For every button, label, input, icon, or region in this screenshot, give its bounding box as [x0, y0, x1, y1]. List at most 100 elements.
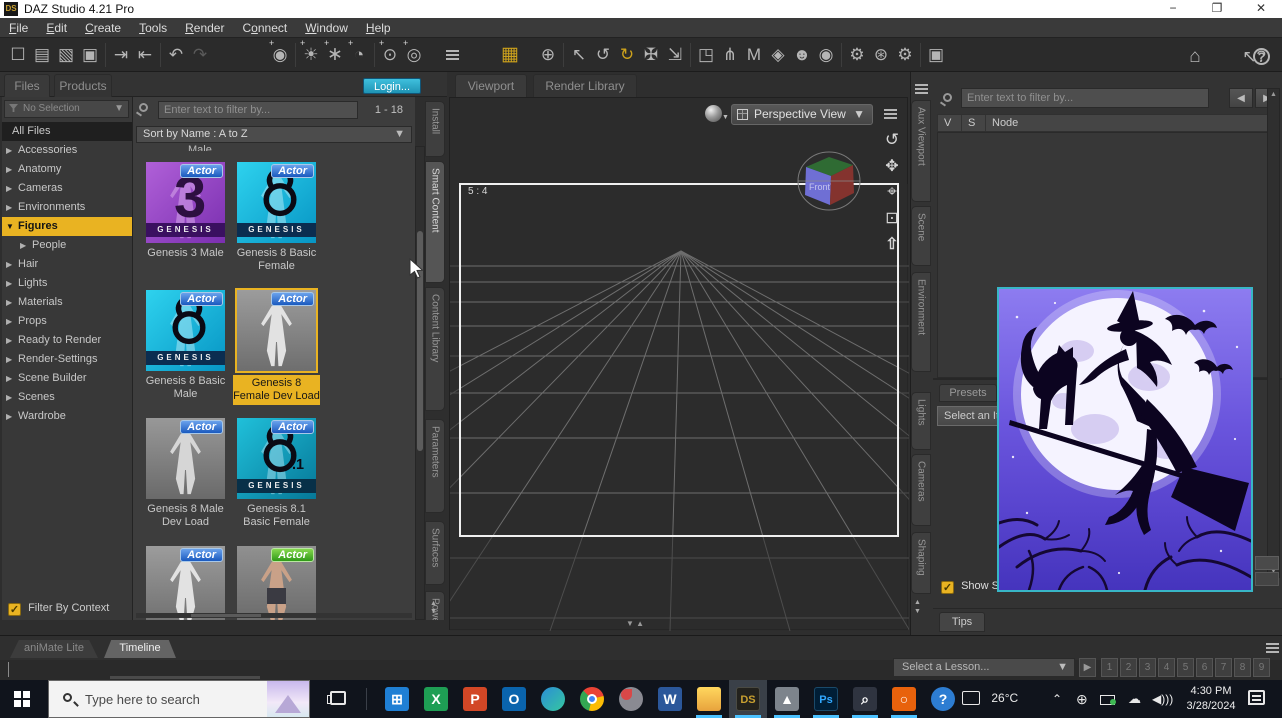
- open-file-icon[interactable]: ▤: [30, 40, 54, 70]
- display-icon[interactable]: [1100, 694, 1115, 718]
- tab-render-library[interactable]: Render Library: [533, 74, 637, 97]
- scene-filter-input[interactable]: [961, 88, 1209, 108]
- news-widget[interactable]: 26°C: [962, 691, 1018, 718]
- undo-icon[interactable]: ↶: [164, 40, 188, 70]
- create-null-icon[interactable]: [440, 40, 464, 70]
- playhead[interactable]: [8, 662, 9, 677]
- drawstyle-sphere-icon[interactable]: [705, 105, 722, 122]
- orbit-select-icon[interactable]: ↻: [615, 40, 639, 70]
- sidebar-item-lights[interactable]: ▶Lights: [2, 274, 132, 293]
- geometry-editor-icon[interactable]: ◈: [766, 40, 790, 70]
- timeline-scrollbar[interactable]: [110, 676, 260, 679]
- side-tab-cameras[interactable]: Cameras: [911, 454, 931, 526]
- tab-tips[interactable]: Tips: [939, 612, 985, 632]
- side-tab-aux-viewport[interactable]: Aux Viewport: [911, 100, 931, 202]
- content-filter-input[interactable]: [158, 101, 358, 119]
- node-edit-icon[interactable]: ⋔: [718, 40, 742, 70]
- lesson-play-button[interactable]: ▶: [1079, 658, 1096, 677]
- render-sphere-icon[interactable]: ⚙: [893, 40, 917, 70]
- taskbar-app-explorer[interactable]: [690, 680, 728, 718]
- active-rotate-icon[interactable]: ✠: [639, 40, 663, 70]
- checkbox-checked-icon[interactable]: ✓: [8, 603, 21, 616]
- figure-tool-icon[interactable]: ◉: [814, 40, 838, 70]
- sidebar-item-anatomy[interactable]: ▶Anatomy: [2, 160, 132, 179]
- thumbnail-genesis-8-basic-male[interactable]: GENESISActor: [146, 290, 225, 371]
- bottom-pane-menu-icon[interactable]: [1266, 643, 1279, 653]
- lesson-button-6[interactable]: 6: [1196, 658, 1213, 677]
- view-cube[interactable]: Front: [796, 148, 862, 216]
- side-tab-lights[interactable]: Lights: [911, 392, 931, 450]
- tool-settings-icon[interactable]: ⊛: [869, 40, 893, 70]
- lesson-button-3[interactable]: 3: [1139, 658, 1156, 677]
- viewport-scroll-arrows[interactable]: ▼ ▲: [626, 619, 644, 628]
- scene-list-icon[interactable]: ▦: [498, 40, 522, 70]
- lesson-button-1[interactable]: 1: [1101, 658, 1118, 677]
- notification-center-icon[interactable]: [1248, 690, 1265, 705]
- create-spotlight-icon[interactable]: ⊙+: [378, 40, 402, 70]
- tab-timeline[interactable]: Timeline: [104, 640, 176, 658]
- content-vscrollbar[interactable]: [415, 146, 425, 620]
- sidebar-item-materials[interactable]: ▶Materials: [2, 293, 132, 312]
- tray-chevron-icon[interactable]: ⌃: [1052, 692, 1062, 718]
- restore-button[interactable]: ❐: [1202, 0, 1232, 18]
- lesson-button-5[interactable]: 5: [1177, 658, 1194, 677]
- side-tab-content-library[interactable]: Content Library: [425, 287, 445, 411]
- menu-create[interactable]: Create: [76, 18, 130, 35]
- zoom-icon[interactable]: ⌖: [881, 182, 903, 202]
- taskbar-app-powerpoint[interactable]: P: [456, 680, 494, 718]
- pan-icon[interactable]: ✥: [881, 156, 903, 176]
- create-point-light-icon[interactable]: ∗+: [323, 40, 347, 70]
- lesson-button-2[interactable]: 2: [1120, 658, 1137, 677]
- sidebar-item-all-files[interactable]: All Files: [2, 122, 132, 141]
- sidebar-item-environments[interactable]: ▶Environments: [2, 198, 132, 217]
- smart-content-grid-icon[interactable]: ⊕: [536, 40, 560, 70]
- scale-icon[interactable]: ◳: [694, 40, 718, 70]
- sidebar-item-ready-to-render[interactable]: ▶Ready to Render: [2, 331, 132, 350]
- sidebar-item-accessories[interactable]: ▶Accessories: [2, 141, 132, 160]
- lesson-button-4[interactable]: 4: [1158, 658, 1175, 677]
- taskbar-app-edge[interactable]: [534, 680, 572, 718]
- sort-dropdown[interactable]: Sort by Name : A to Z▼: [136, 126, 412, 143]
- thumbnail-genesis-8-female-dev-load[interactable]: Actor: [237, 290, 316, 371]
- thumbnail-genesis-8-male-dev-load[interactable]: Actor: [146, 418, 225, 499]
- side-tab-smart-content[interactable]: Smart Content: [425, 161, 445, 283]
- merge-file-icon[interactable]: ▧: [54, 40, 78, 70]
- menu-edit[interactable]: Edit: [37, 18, 76, 35]
- start-button[interactable]: [0, 680, 38, 718]
- viewport-options-menu-icon[interactable]: [884, 109, 897, 119]
- tab-files[interactable]: Files: [4, 74, 50, 97]
- lesson-button-9[interactable]: 9: [1253, 658, 1270, 677]
- menu-tools[interactable]: Tools: [130, 18, 176, 35]
- taskbar-app-word[interactable]: W: [651, 680, 689, 718]
- daz-home-icon[interactable]: ⌂: [1183, 42, 1207, 72]
- minimize-button[interactable]: −: [1158, 0, 1188, 18]
- checkbox-checked-icon[interactable]: ✓: [941, 581, 954, 594]
- taskbar-app-daz-studio[interactable]: DS: [729, 680, 767, 718]
- side-tab-surfaces[interactable]: Surfaces: [425, 521, 445, 585]
- frame-icon[interactable]: ⊡: [881, 208, 903, 228]
- tab-animate-lite[interactable]: aniMate Lite: [10, 640, 98, 658]
- taskbar-app-excel[interactable]: X: [417, 680, 455, 718]
- menu-connect[interactable]: Connect: [233, 18, 296, 35]
- thumbnail-genesis-8.1-basic-female[interactable]: .1GENESISActor: [237, 418, 316, 499]
- task-view-icon[interactable]: [330, 691, 346, 705]
- create-camera-view-icon[interactable]: ◎+: [402, 40, 426, 70]
- taskbar-app-outlook[interactable]: O: [495, 680, 533, 718]
- sidebar-item-scene-builder[interactable]: ▶Scene Builder: [2, 369, 132, 388]
- scene-navigator-icon[interactable]: ↖: [567, 40, 591, 70]
- filter-by-context[interactable]: ✓ Filter By Context: [8, 602, 109, 616]
- node-select-icon[interactable]: ↺: [591, 40, 615, 70]
- menu-render[interactable]: Render: [176, 18, 233, 35]
- tab-viewport[interactable]: Viewport: [455, 74, 527, 97]
- sidebar-item-cameras[interactable]: ▶Cameras: [2, 179, 132, 198]
- taskbar-app-get-help[interactable]: ?: [924, 680, 962, 718]
- taskbar-app-store[interactable]: ⊞: [378, 680, 416, 718]
- sidebar-item-people[interactable]: ▶People: [2, 236, 132, 255]
- taskbar-search[interactable]: Type here to search: [48, 680, 310, 718]
- taskbar-app-connect-app[interactable]: ▲: [768, 680, 806, 718]
- sidebar-item-wardrobe[interactable]: ▶Wardrobe: [2, 407, 132, 426]
- close-button[interactable]: ✕: [1246, 0, 1276, 18]
- sidebar-item-scenes[interactable]: ▶Scenes: [2, 388, 132, 407]
- select-lesson-dropdown[interactable]: Select a Lesson...▼: [893, 658, 1075, 677]
- tab-presets[interactable]: Presets: [939, 384, 997, 402]
